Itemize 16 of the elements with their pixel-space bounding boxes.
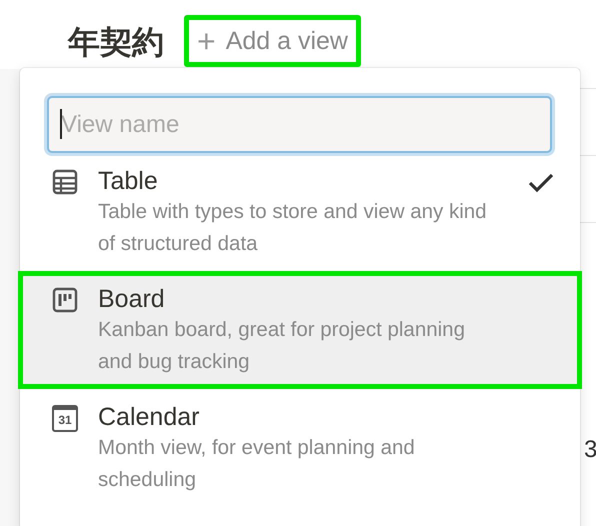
board-icon <box>52 287 78 313</box>
view-option[interactable]: Table Table with types to store and view any kind of structured data <box>18 153 582 271</box>
view-option-description: Table with types to store and view any kind of structured data <box>98 199 488 257</box>
view-option-title: Calendar <box>98 402 200 432</box>
view-option-description: Kanban board, great for project planning and bug tracking <box>98 317 466 375</box>
view-option-title: Table <box>98 166 159 196</box>
view-option[interactable]: 31 Calendar Month view, for event planning and scheduling <box>18 389 582 507</box>
cell-text: 3 <box>584 436 596 464</box>
view-option[interactable]: Board Kanban board, great for project planning and bug tracking <box>18 271 582 389</box>
page-title: 年契約 <box>68 22 164 63</box>
view-option-title: Board <box>98 284 166 314</box>
view-option-description: Month view, for event planning and scheduling <box>98 435 416 493</box>
table-icon <box>52 169 78 195</box>
view-name-field[interactable]: View name <box>47 96 552 153</box>
calendar-icon: 31 <box>52 405 78 432</box>
text-cursor <box>60 109 62 139</box>
